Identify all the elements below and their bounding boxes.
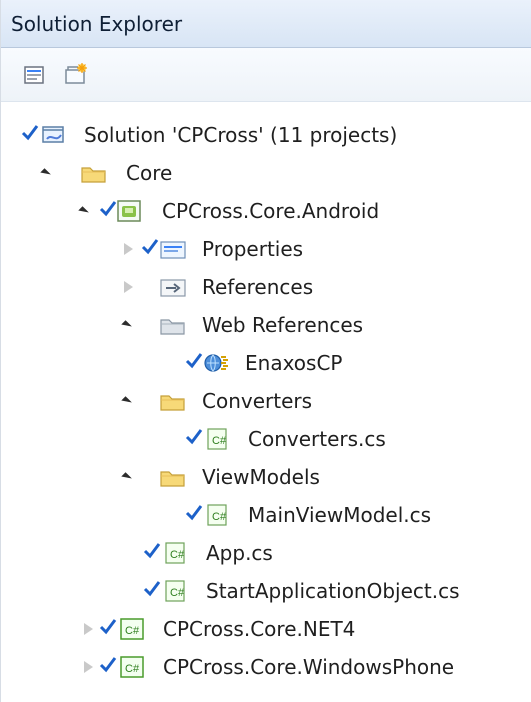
tree-item-converters-cs[interactable]: C# Converters.cs <box>1 420 531 458</box>
checkin-check-icon <box>141 239 159 255</box>
csharp-project-icon: C# <box>120 618 144 640</box>
tree-item-label: References <box>202 275 314 299</box>
csharp-file-icon: C# <box>165 542 185 564</box>
collapsed-arrow-icon[interactable] <box>79 658 97 676</box>
properties-folder-icon <box>160 241 186 259</box>
collapsed-arrow-icon[interactable] <box>119 278 137 296</box>
checkin-check-icon <box>99 657 117 673</box>
toolbar <box>1 48 531 102</box>
tree-item-label: MainViewModel.cs <box>248 503 432 527</box>
tree-item-app-cs[interactable]: C# App.cs <box>1 534 531 572</box>
tree-item-label: Core <box>126 161 173 185</box>
tree-item-label: CPCross.Core.NET4 <box>163 617 356 641</box>
show-all-files-button[interactable] <box>58 61 92 89</box>
expand-arrow-icon[interactable] <box>38 164 56 182</box>
tree-item-cpcross-core-net4[interactable]: C# CPCross.Core.NET4 <box>1 610 531 648</box>
tree-item-references[interactable]: References <box>1 268 531 306</box>
solution-explorer-panel: Solution Explorer Solution 'CPCross' (11… <box>0 0 531 702</box>
title-bar: Solution Explorer <box>1 0 531 48</box>
tree-item-label: App.cs <box>206 541 273 565</box>
window-title: Solution Explorer <box>11 12 183 36</box>
tree-item-label: ViewModels <box>202 465 320 489</box>
svg-text:C#: C# <box>125 625 140 637</box>
expand-arrow-icon[interactable] <box>119 392 137 410</box>
tree-item-solution[interactable]: Solution 'CPCross' (11 projects) <box>1 116 531 154</box>
tree-item-core[interactable]: Core <box>1 154 531 192</box>
folder-open-icon <box>160 471 185 487</box>
tree-item-cpcross-core-windowsphone[interactable]: C# CPCross.Core.WindowsPhone <box>1 648 531 686</box>
checkin-check-icon <box>185 429 203 445</box>
tree-item-mainviewmodel-cs[interactable]: C# MainViewModel.cs <box>1 496 531 534</box>
tree-item-viewmodels-folder[interactable]: ViewModels <box>1 458 531 496</box>
tree-item-web-references[interactable]: Web References <box>1 306 531 344</box>
tree-item-enaxoscp[interactable]: EnaxosCP <box>1 344 531 382</box>
expand-arrow-icon[interactable] <box>119 316 137 334</box>
web-service-icon <box>204 354 228 372</box>
collapsed-arrow-icon[interactable] <box>79 620 97 638</box>
tree-item-label: CPCross.Core.WindowsPhone <box>163 655 455 679</box>
svg-text:C#: C# <box>212 511 227 523</box>
tree-item-cpcross-core-android[interactable]: CPCross.Core.Android <box>1 192 531 230</box>
svg-text:C#: C# <box>212 435 227 447</box>
tree-item-label: Web References <box>202 313 364 337</box>
references-icon <box>160 279 186 297</box>
folder-open-icon <box>160 395 185 411</box>
csharp-file-icon: C# <box>207 428 227 450</box>
solution-tree: Solution 'CPCross' (11 projects) Core CP… <box>1 102 531 702</box>
checkin-check-icon <box>143 581 161 597</box>
svg-text:C#: C# <box>125 663 140 675</box>
tree-item-label: CPCross.Core.Android <box>162 199 380 223</box>
show-all-files-icon <box>65 63 87 84</box>
tree-item-label: Converters.cs <box>248 427 386 451</box>
tree-item-label: Solution 'CPCross' (11 projects) <box>84 123 398 147</box>
collapsed-arrow-icon[interactable] <box>119 240 137 258</box>
csharp-file-icon: C# <box>207 504 227 526</box>
tree-item-label: EnaxosCP <box>245 351 343 375</box>
tree-item-converters-folder[interactable]: Converters <box>1 382 531 420</box>
properties-button[interactable] <box>18 61 52 89</box>
tree-item-label: Properties <box>202 237 304 261</box>
expand-arrow-icon[interactable] <box>76 202 94 220</box>
svg-text:C#: C# <box>170 587 185 599</box>
solution-icon <box>42 126 64 143</box>
folder-icon <box>81 167 106 183</box>
csharp-project-icon: C# <box>120 656 144 678</box>
svg-text:C#: C# <box>170 549 185 561</box>
tree-item-startapplicationobject-cs[interactable]: C# StartApplicationObject.cs <box>1 572 531 610</box>
properties-icon <box>24 66 44 84</box>
checkin-check-icon <box>21 125 39 141</box>
tree-item-label: StartApplicationObject.cs <box>206 579 460 603</box>
csharp-file-icon: C# <box>165 580 185 602</box>
web-references-folder-icon <box>160 319 185 335</box>
android-project-icon <box>117 200 141 222</box>
checkin-check-icon <box>99 619 117 635</box>
tree-item-label: Converters <box>202 389 313 413</box>
checkin-check-icon <box>143 543 161 559</box>
tree-item-properties[interactable]: Properties <box>1 230 531 268</box>
expand-arrow-icon[interactable] <box>119 468 137 486</box>
checkin-check-icon <box>185 505 203 521</box>
